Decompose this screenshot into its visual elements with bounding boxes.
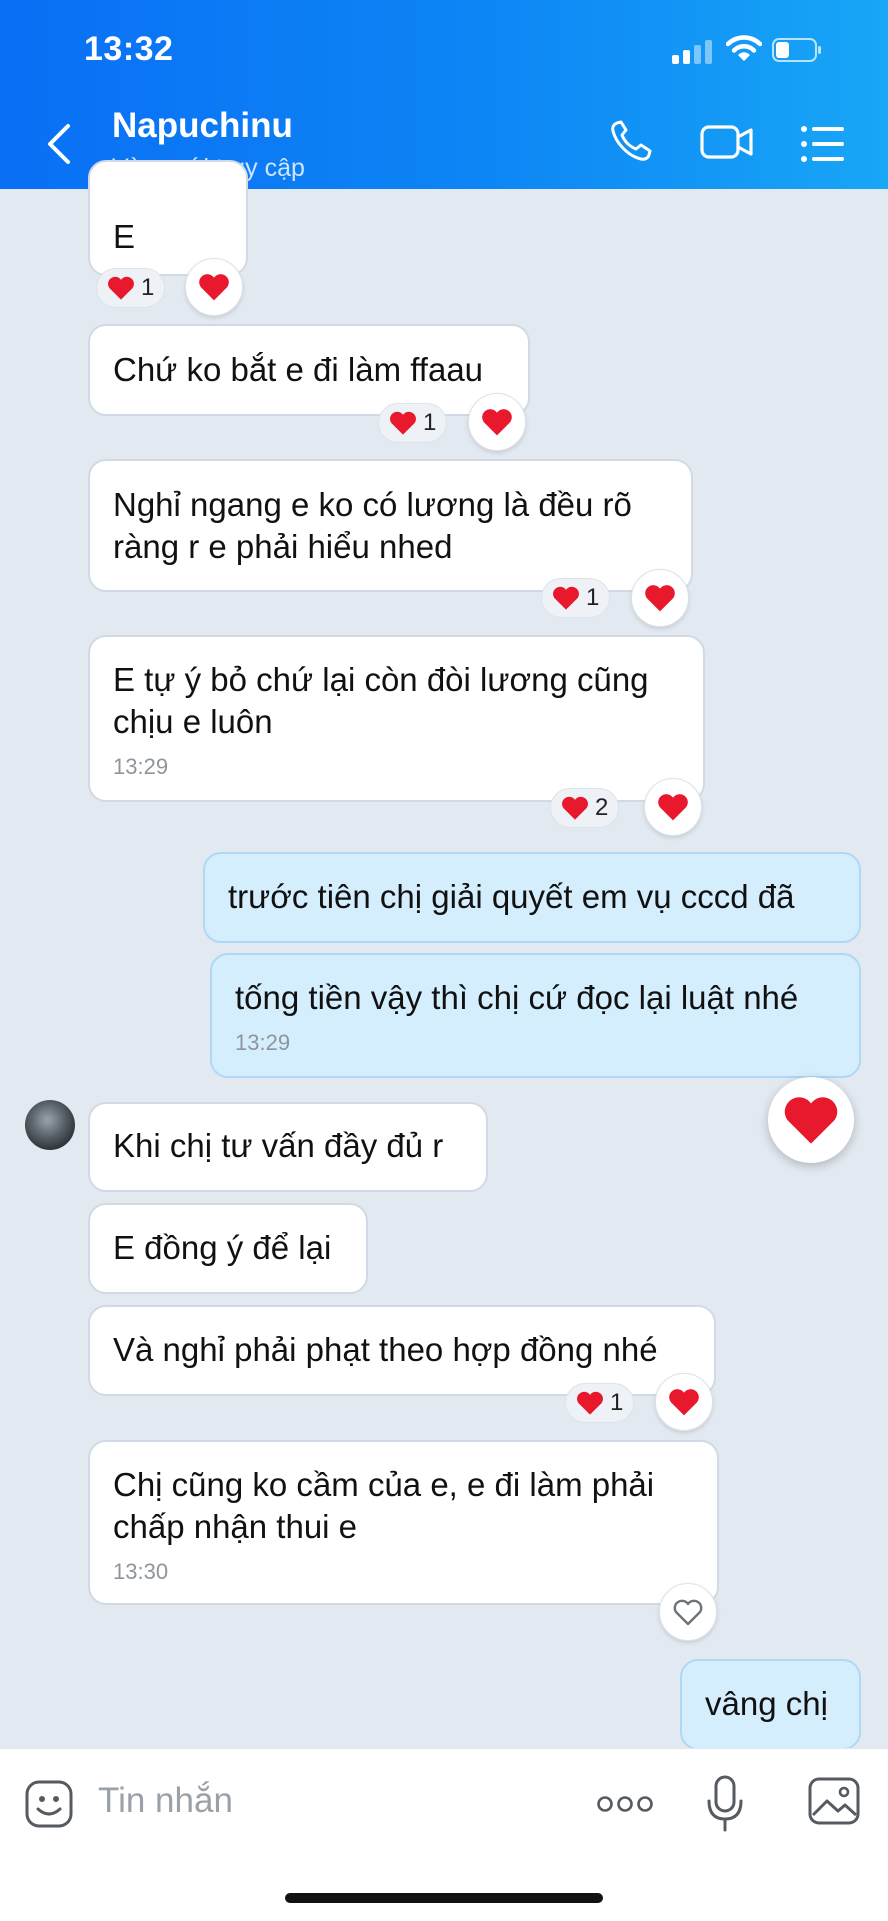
- message-text: Khi chị tư vấn đầy đủ r: [113, 1127, 444, 1164]
- react-heart-button[interactable]: [468, 393, 526, 451]
- heart-icon: [577, 1391, 603, 1415]
- react-heart-button[interactable]: [659, 1583, 717, 1641]
- heart-icon: [645, 585, 675, 612]
- reaction-count[interactable]: 1: [565, 1383, 635, 1423]
- message-bubble[interactable]: Chứ ko bắt e đi làm ffaau: [88, 324, 530, 416]
- video-call-icon[interactable]: [700, 122, 754, 162]
- message-bubble[interactable]: E: [88, 160, 248, 276]
- signal-icon: [672, 38, 716, 64]
- heart-reaction-badge[interactable]: [768, 1077, 854, 1163]
- message-text: tống tiền vậy thì chị cứ đọc lại luật nh…: [235, 979, 799, 1016]
- message-time: 13:29: [235, 1030, 291, 1055]
- heart-icon: [482, 409, 512, 436]
- image-icon[interactable]: [808, 1777, 860, 1825]
- phone-icon[interactable]: [608, 118, 654, 164]
- reaction-count-value: 1: [141, 274, 155, 301]
- sticker-icon[interactable]: [24, 1779, 74, 1829]
- back-icon[interactable]: [40, 122, 80, 166]
- reaction-count-value: 1: [423, 409, 437, 436]
- message-bubble[interactable]: E đồng ý để lại: [88, 1203, 368, 1294]
- message-bubble[interactable]: Chị cũng ko cầm của e, e đi làm phải chấ…: [88, 1440, 719, 1605]
- message-bubble[interactable]: Và nghỉ phải phạt theo hợp đồng nhé: [88, 1305, 716, 1396]
- menu-list-icon[interactable]: [800, 124, 846, 164]
- heart-icon: [199, 274, 229, 301]
- reaction-count[interactable]: 1: [541, 578, 611, 618]
- heart-icon: [108, 276, 134, 300]
- heart-icon: [784, 1097, 838, 1144]
- message-time: 13:30: [113, 1559, 169, 1584]
- microphone-icon[interactable]: [706, 1775, 744, 1833]
- sent-message-bubble[interactable]: tống tiền vậy thì chị cứ đọc lại luật nh…: [210, 953, 861, 1078]
- message-bubble[interactable]: Nghỉ ngang e ko có lương là đều rõ ràng …: [88, 459, 693, 592]
- react-heart-button[interactable]: [655, 1373, 713, 1431]
- message-time: 13:29: [113, 754, 169, 779]
- react-heart-button[interactable]: [631, 569, 689, 627]
- heart-icon: [669, 1389, 699, 1416]
- reaction-count-value: 1: [610, 1389, 624, 1416]
- status-time: 13:32: [84, 30, 174, 68]
- home-indicator: [285, 1893, 603, 1903]
- reaction-count-value: 1: [586, 584, 600, 611]
- contact-avatar[interactable]: [25, 1100, 75, 1150]
- message-text: Chị cũng ko cầm của e, e đi làm phải chấ…: [113, 1466, 655, 1545]
- wifi-icon: [726, 35, 762, 61]
- reaction-count[interactable]: 1: [96, 268, 166, 308]
- message-text: Nghỉ ngang e ko có lương là đều rõ ràng …: [113, 486, 632, 565]
- message-text: E: [113, 218, 136, 255]
- sent-message-bubble[interactable]: trước tiên chị giải quyết em vụ cccd đã: [203, 852, 861, 943]
- message-text: vâng chị: [705, 1685, 828, 1722]
- message-text: E đồng ý để lại: [113, 1229, 332, 1266]
- message-bubble[interactable]: E tự ý bỏ chứ lại còn đòi lương cũng chị…: [88, 635, 705, 802]
- react-heart-button[interactable]: [644, 778, 702, 836]
- message-bubble[interactable]: Khi chị tư vấn đầy đủ r: [88, 1102, 488, 1192]
- heart-icon: [390, 411, 416, 435]
- message-input[interactable]: Tin nhắn: [98, 1781, 233, 1821]
- more-options-icon[interactable]: [596, 1793, 654, 1815]
- reaction-count[interactable]: 2: [550, 788, 620, 828]
- heart-icon: [553, 586, 579, 610]
- message-text: trước tiên chị giải quyết em vụ cccd đã: [228, 878, 795, 915]
- message-text: Chứ ko bắt e đi làm ffaau: [113, 351, 484, 388]
- reaction-count[interactable]: 1: [378, 403, 448, 443]
- contact-name[interactable]: Napuchinu: [112, 106, 293, 146]
- battery-icon: [772, 38, 821, 62]
- message-text: E tự ý bỏ chứ lại còn đòi lương cũng chị…: [113, 661, 649, 740]
- sent-message-bubble[interactable]: vâng chị: [680, 1659, 861, 1750]
- heart-icon: [562, 796, 588, 820]
- heart-outline-icon: [673, 1599, 703, 1626]
- reaction-count-value: 2: [595, 794, 609, 821]
- react-heart-button[interactable]: [185, 258, 243, 316]
- heart-icon: [658, 794, 688, 821]
- message-text: Và nghỉ phải phạt theo hợp đồng nhé: [113, 1331, 658, 1368]
